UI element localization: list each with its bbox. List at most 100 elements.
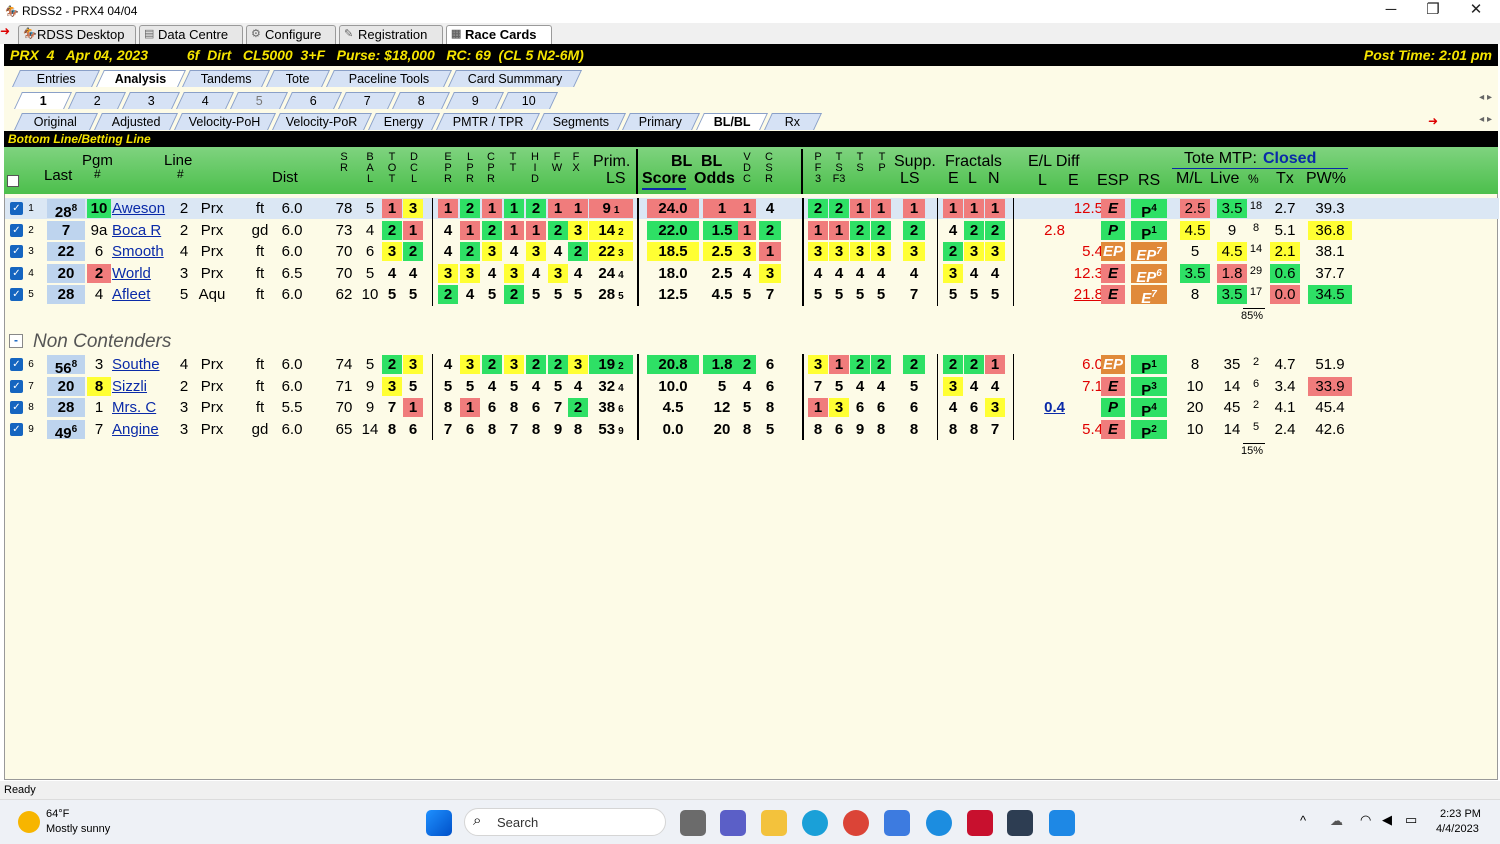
tab-race-6[interactable]: 6 bbox=[284, 92, 342, 109]
tab-race-cards[interactable]: ▦ Race Cards bbox=[446, 25, 552, 44]
tab-energy[interactable]: Energy bbox=[368, 113, 440, 130]
tab-data-centre[interactable]: ▤ Data Centre bbox=[139, 25, 243, 44]
tab-configure[interactable]: ⚙ Configure bbox=[246, 25, 336, 44]
cell-horse[interactable]: Angine bbox=[112, 420, 174, 439]
tab-tote[interactable]: Tote bbox=[266, 70, 330, 87]
tab-registration[interactable]: ✎ Registration bbox=[339, 25, 443, 44]
tot-value: 3 bbox=[387, 377, 397, 395]
table-row[interactable]: ✓ 2 7 9a Boca R 2 Prx gd 6.0 73 4 2 1 4 1 2 1 1 2 3 14 2 22.0 1… bbox=[5, 220, 1499, 241]
tab-card-summary[interactable]: Card Summmary bbox=[448, 70, 582, 87]
tab-race-7[interactable]: 7 bbox=[338, 92, 396, 109]
tab-primary[interactable]: Primary bbox=[622, 113, 700, 130]
maximize-button[interactable]: ❐ bbox=[1412, 0, 1454, 22]
tab-bl-bl[interactable]: BL/BL bbox=[696, 113, 768, 130]
row-checkbox[interactable]: ✓ bbox=[10, 422, 23, 436]
row-checkbox[interactable]: ✓ bbox=[10, 401, 23, 415]
row-checkbox[interactable]: ✓ bbox=[10, 223, 23, 237]
tab-race-8[interactable]: 8 bbox=[392, 92, 450, 109]
cell-tx: 0.6 bbox=[1270, 263, 1300, 283]
tab-rx[interactable]: Rx bbox=[764, 113, 822, 130]
fl-value: 1 bbox=[969, 200, 979, 217]
tab-tandems[interactable]: Tandems bbox=[182, 70, 270, 87]
tab-original[interactable]: Original bbox=[14, 113, 98, 130]
tab-rdss-desktop[interactable]: 🏇 RDSS Desktop bbox=[18, 25, 136, 44]
table-row[interactable]: ✓ 3 22 6 Smooth 4 Prx ft 6.0 70 6 3 2 4 2 3 4 3 4 2 22 3 18.5 2… bbox=[5, 241, 1499, 262]
cell-fx: 1 bbox=[568, 199, 588, 218]
tab-race-3[interactable]: 3 bbox=[122, 92, 180, 109]
volume-icon[interactable]: ◀ bbox=[1382, 812, 1392, 828]
cell-horse[interactable]: Aweson bbox=[112, 199, 174, 218]
task-view-icon[interactable] bbox=[680, 810, 706, 836]
cell-horse[interactable]: Mrs. C bbox=[112, 398, 174, 417]
cloud-icon[interactable]: ☁ bbox=[1330, 813, 1343, 829]
file-explorer-icon[interactable] bbox=[761, 810, 787, 836]
chat-icon[interactable] bbox=[720, 810, 746, 836]
row-checkbox[interactable]: ✓ bbox=[10, 379, 23, 393]
edge-browser-icon[interactable] bbox=[802, 810, 828, 836]
cell-prim: 22 3 bbox=[589, 242, 633, 262]
tab-analysis[interactable]: Analysis bbox=[96, 70, 186, 87]
row-checkbox[interactable]: ✓ bbox=[10, 288, 23, 302]
tab-race-5[interactable]: 5 bbox=[230, 92, 288, 109]
table-row[interactable]: ✓ 5 28 4 Afleet 5 Aqu ft 6.0 62 10 5 5 2 4 5 2 5 5 5 28 5 12.5… bbox=[5, 284, 1499, 305]
last-sup-value: 6 bbox=[71, 423, 78, 435]
cell-tot: 2 bbox=[382, 220, 402, 240]
store-icon[interactable] bbox=[884, 810, 910, 836]
cell-el-e: 5.4 bbox=[1065, 242, 1105, 261]
tab-velocity-poh[interactable]: Velocity-PoH bbox=[174, 113, 276, 130]
tab-adjusted[interactable]: Adjusted bbox=[94, 113, 178, 130]
tab-velocity-por[interactable]: Velocity-PoR bbox=[272, 113, 372, 130]
cell-horse[interactable]: World bbox=[112, 264, 174, 283]
cell-line: 4 bbox=[177, 355, 191, 374]
row-checkbox[interactable]: ✓ bbox=[10, 202, 23, 215]
tab-pmtr-tpr[interactable]: PMTR / TPR bbox=[436, 113, 540, 130]
tab-segments[interactable]: Segments bbox=[536, 113, 626, 130]
tab-race-4[interactable]: 4 bbox=[176, 92, 234, 109]
tab-race-2[interactable]: 2 bbox=[68, 92, 126, 109]
table-row[interactable]: ✓ 7 20 8 Sizzli 2 Prx ft 6.0 71 9 3 5 5 5 4 5 4 5 4 32 4 10.0 5… bbox=[5, 376, 1499, 397]
table-row[interactable]: ✓ 6 568 3 Southe 4 Prx ft 6.0 74 5 2 3 4 3 2 3 2 2 3 19 2 20.8… bbox=[5, 354, 1499, 375]
help-icon[interactable] bbox=[926, 810, 952, 836]
scroll-arrows-icon[interactable]: ◂ ▸ bbox=[1479, 92, 1492, 103]
cell-hid: 4 bbox=[526, 377, 546, 396]
fx-value: 8 bbox=[573, 420, 583, 438]
chrome-browser-icon[interactable] bbox=[843, 810, 869, 836]
cell-horse[interactable]: Southe bbox=[112, 355, 174, 374]
mcafee-icon[interactable] bbox=[967, 810, 993, 836]
wifi-icon[interactable]: ◠ bbox=[1360, 812, 1371, 828]
cell-horse[interactable]: Boca R bbox=[112, 221, 174, 240]
tab-race-10[interactable]: 10 bbox=[500, 92, 558, 109]
hdr-tp-1: T bbox=[878, 151, 886, 163]
hdr-score[interactable]: Score bbox=[642, 170, 687, 190]
table-row[interactable]: ✓ 9 496 7 Angine 3 Prx gd 6.0 65 14 8 6 7 6 8 7 8 9 8 53 9 0.0… bbox=[5, 419, 1499, 440]
tab-race-1[interactable]: 1 bbox=[14, 92, 72, 109]
collapse-button[interactable]: - bbox=[9, 334, 23, 348]
cell-horse[interactable]: Smooth bbox=[112, 242, 174, 261]
export-icon[interactable]: ➜ bbox=[1428, 114, 1438, 128]
tab-paceline-tools[interactable]: Paceline Tools bbox=[326, 70, 452, 87]
minimize-button[interactable]: ─ bbox=[1370, 0, 1412, 22]
table-row[interactable]: ✓ 1 288 10 Aweson 2 Prx ft 6.0 78 5 1 3 1 2 1 1 2 1 1 9 1 24.0… bbox=[5, 198, 1499, 219]
battery-icon[interactable]: ▭ bbox=[1405, 812, 1417, 828]
tab-race-9[interactable]: 9 bbox=[446, 92, 504, 109]
start-windows-icon[interactable] bbox=[426, 810, 452, 836]
weather-sun-icon[interactable] bbox=[18, 811, 40, 833]
taskbar-search[interactable]: ⌕ Search bbox=[464, 808, 666, 836]
table-row[interactable]: ✓ 8 28 1 Mrs. C 3 Prx ft 5.5 70 9 7 1 8 1 6 8 6 7 2 38 6 4.5 12… bbox=[5, 397, 1499, 418]
cell-rs: P1 bbox=[1131, 355, 1167, 374]
chevron-up-icon[interactable]: ^ bbox=[1300, 813, 1306, 828]
cell-horse[interactable]: Sizzli bbox=[112, 377, 174, 396]
tss-value: 2 bbox=[855, 221, 865, 239]
row-checkbox[interactable]: ✓ bbox=[10, 266, 23, 280]
rdss-app-icon[interactable] bbox=[1007, 810, 1033, 836]
tab-entries[interactable]: Entries bbox=[12, 70, 100, 87]
cell-horse[interactable]: Afleet bbox=[112, 285, 174, 304]
row-checkbox[interactable]: ✓ bbox=[10, 358, 23, 371]
close-button[interactable]: ✕ bbox=[1455, 0, 1497, 22]
scroll-arrows-icon[interactable]: ◂ ▸ bbox=[1479, 114, 1492, 125]
last-value: 20 bbox=[57, 264, 75, 282]
select-all-checkbox[interactable] bbox=[7, 175, 19, 187]
app-icon[interactable] bbox=[1049, 810, 1075, 836]
row-checkbox[interactable]: ✓ bbox=[10, 245, 23, 259]
table-row[interactable]: ✓ 4 20 2 World 3 Prx ft 6.5 70 5 4 4 3 3 4 3 4 3 4 24 4 18.0 2.… bbox=[5, 263, 1499, 284]
